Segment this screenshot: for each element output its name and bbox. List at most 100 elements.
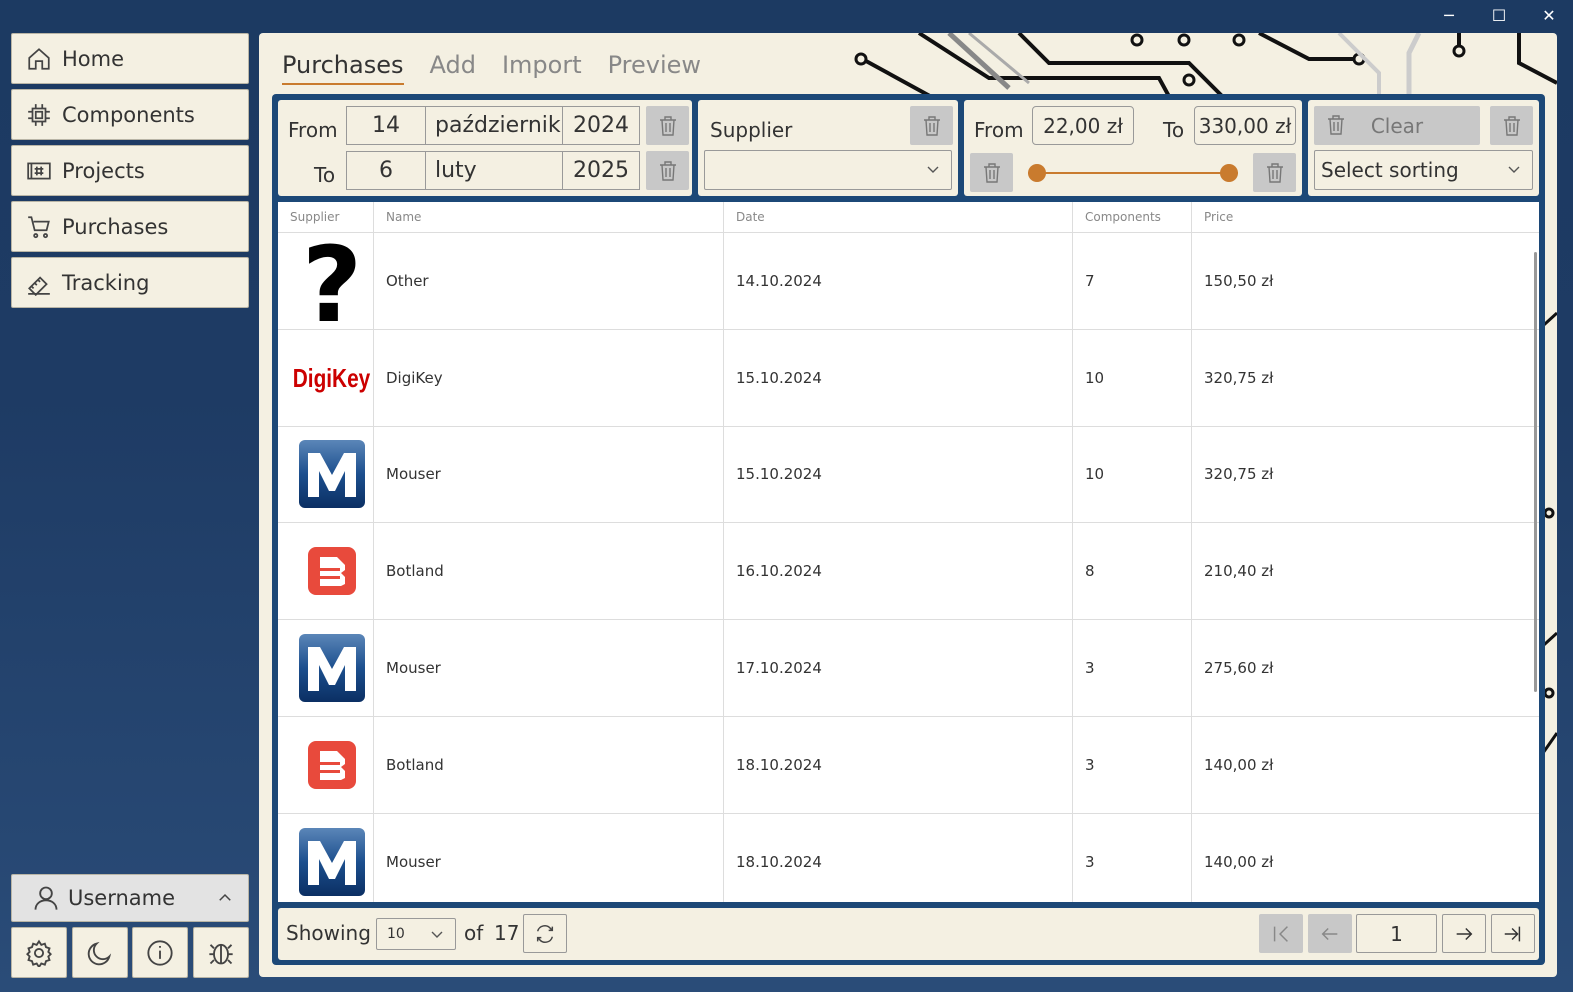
cell-price: 320,75 zł bbox=[1204, 368, 1274, 387]
table-row[interactable]: ? Other 14.10.2024 7 150,50 zł bbox=[278, 233, 1539, 330]
from-day-field[interactable]: 14 bbox=[346, 106, 426, 145]
tab-import[interactable]: Import bbox=[502, 51, 582, 85]
header-supplier[interactable]: Supplier bbox=[278, 202, 374, 232]
price-range-slider[interactable] bbox=[1028, 164, 1238, 182]
tab-add[interactable]: Add bbox=[430, 51, 476, 85]
sorting-select-placeholder: Select sorting bbox=[1321, 158, 1459, 182]
cell-price: 320,75 zł bbox=[1204, 465, 1274, 484]
settings-button[interactable] bbox=[11, 927, 67, 978]
total-pages: 17 bbox=[494, 921, 520, 945]
to-year-field[interactable]: 2025 bbox=[562, 151, 640, 190]
cell-name: Other bbox=[374, 233, 724, 329]
table-row[interactable]: Mouser 15.10.2024 10 320,75 zł bbox=[278, 426, 1539, 524]
page-size-value: 10 bbox=[387, 926, 405, 942]
botland-logo bbox=[307, 740, 356, 789]
home-icon bbox=[28, 47, 50, 70]
from-year-field[interactable]: 2024 bbox=[562, 106, 640, 145]
sorting-select[interactable]: Select sorting bbox=[1314, 150, 1533, 190]
sidebar-item-projects[interactable]: Projects bbox=[11, 145, 249, 196]
date-from-label: From bbox=[288, 118, 338, 142]
page-size-select[interactable]: 10 bbox=[376, 918, 456, 950]
info-icon bbox=[147, 939, 173, 966]
cell-price: 140,00 zł bbox=[1204, 852, 1274, 871]
table-row[interactable]: Mouser 17.10.2024 3 275,60 zł bbox=[278, 620, 1539, 717]
tab-purchases[interactable]: Purchases bbox=[282, 51, 404, 85]
clear-filters-button[interactable]: Clear bbox=[1314, 106, 1480, 145]
last-page-button[interactable] bbox=[1491, 914, 1535, 953]
header-date[interactable]: Date bbox=[724, 202, 1073, 232]
sidebar-item-tracking[interactable]: Tracking bbox=[11, 257, 249, 308]
arrow-right-icon bbox=[1456, 927, 1473, 940]
tab-preview[interactable]: Preview bbox=[608, 51, 701, 85]
mouser-logo bbox=[298, 634, 365, 703]
price-from-field[interactable]: 22,00 zł bbox=[1032, 106, 1134, 145]
of-label: of bbox=[464, 921, 484, 945]
close-icon[interactable]: ✕ bbox=[1539, 6, 1559, 25]
to-month-field[interactable]: luty bbox=[425, 151, 563, 190]
user-menu-button[interactable]: Username bbox=[11, 874, 249, 922]
sidebar-item-purchases[interactable]: Purchases bbox=[11, 201, 249, 252]
pagination-bar: Showing 10 of 17 1 bbox=[278, 908, 1539, 960]
refresh-button[interactable] bbox=[523, 914, 567, 953]
maximize-icon[interactable]: ☐ bbox=[1489, 6, 1509, 25]
supplier-filter: Supplier bbox=[698, 100, 958, 196]
tab-bar: Purchases Add Import Preview bbox=[282, 51, 701, 85]
slider-max-thumb[interactable] bbox=[1220, 164, 1238, 182]
chevron-down-icon bbox=[431, 931, 443, 938]
cell-components: 8 bbox=[1073, 523, 1192, 620]
clear-supplier-button[interactable] bbox=[910, 106, 953, 145]
clear-price-from-button[interactable] bbox=[970, 153, 1013, 192]
trash-icon bbox=[983, 162, 1000, 183]
clear-sorting-button[interactable] bbox=[1490, 106, 1533, 145]
mouser-logo bbox=[298, 440, 365, 509]
next-page-button[interactable] bbox=[1442, 914, 1486, 953]
table-row[interactable]: Mouser 18.10.2024 3 140,00 zł bbox=[278, 813, 1539, 902]
page-number-field[interactable]: 1 bbox=[1356, 914, 1437, 953]
supplier-logo: ? bbox=[278, 233, 374, 329]
slider-min-thumb[interactable] bbox=[1028, 164, 1046, 182]
minimize-icon[interactable]: ─ bbox=[1439, 6, 1459, 25]
price-from-label: From bbox=[974, 118, 1024, 142]
table-scrollbar[interactable] bbox=[1534, 252, 1537, 692]
header-price[interactable]: Price bbox=[1192, 202, 1539, 232]
mouser-logo bbox=[298, 827, 365, 896]
table-row[interactable]: Botland 16.10.2024 8 210,40 zł bbox=[278, 523, 1539, 621]
sidebar-item-components[interactable]: Components bbox=[11, 89, 249, 140]
botland-logo bbox=[307, 547, 356, 596]
sidebar-item-label: Components bbox=[62, 102, 195, 127]
cell-components: 3 bbox=[1073, 813, 1192, 902]
cell-price: 140,00 zł bbox=[1204, 755, 1274, 774]
table-row[interactable]: Botland 18.10.2024 3 140,00 zł bbox=[278, 716, 1539, 814]
cell-price: 150,50 zł bbox=[1204, 271, 1274, 290]
sidebar-item-label: Home bbox=[62, 46, 125, 71]
clear-price-to-button[interactable] bbox=[1253, 153, 1296, 192]
previous-page-button[interactable] bbox=[1308, 914, 1352, 953]
bug-report-button[interactable] bbox=[193, 927, 249, 978]
cell-name: Mouser bbox=[374, 426, 724, 523]
supplier-logo bbox=[278, 716, 374, 813]
to-day-field[interactable]: 6 bbox=[346, 151, 426, 190]
clear-to-date-button[interactable] bbox=[646, 151, 689, 190]
supplier-select[interactable] bbox=[704, 150, 952, 190]
sorting-filter: Clear Select sorting bbox=[1308, 100, 1539, 196]
first-page-button[interactable] bbox=[1259, 914, 1303, 953]
cell-price: 275,60 zł bbox=[1204, 659, 1274, 678]
trash-icon bbox=[659, 115, 676, 136]
trash-icon bbox=[659, 160, 676, 181]
slider-track bbox=[1028, 172, 1238, 174]
cell-date: 15.10.2024 bbox=[724, 329, 1073, 426]
sidebar-item-label: Purchases bbox=[62, 214, 169, 239]
date-to-label: To bbox=[314, 163, 336, 187]
table-row[interactable]: DigiKey DigiKey 15.10.2024 10 320,75 zł bbox=[278, 329, 1539, 427]
header-name[interactable]: Name bbox=[374, 202, 724, 232]
price-to-field[interactable]: 330,00 zł bbox=[1194, 106, 1296, 145]
info-button[interactable] bbox=[132, 927, 188, 978]
theme-toggle-button[interactable] bbox=[72, 927, 128, 978]
username-label: Username bbox=[68, 886, 176, 910]
from-month-field[interactable]: październik bbox=[425, 106, 563, 145]
chevron-down-icon bbox=[1508, 166, 1520, 173]
clear-from-date-button[interactable] bbox=[646, 106, 689, 145]
header-components[interactable]: Components bbox=[1073, 202, 1192, 232]
sidebar-item-home[interactable]: Home bbox=[11, 33, 249, 84]
supplier-label: Supplier bbox=[710, 118, 793, 142]
